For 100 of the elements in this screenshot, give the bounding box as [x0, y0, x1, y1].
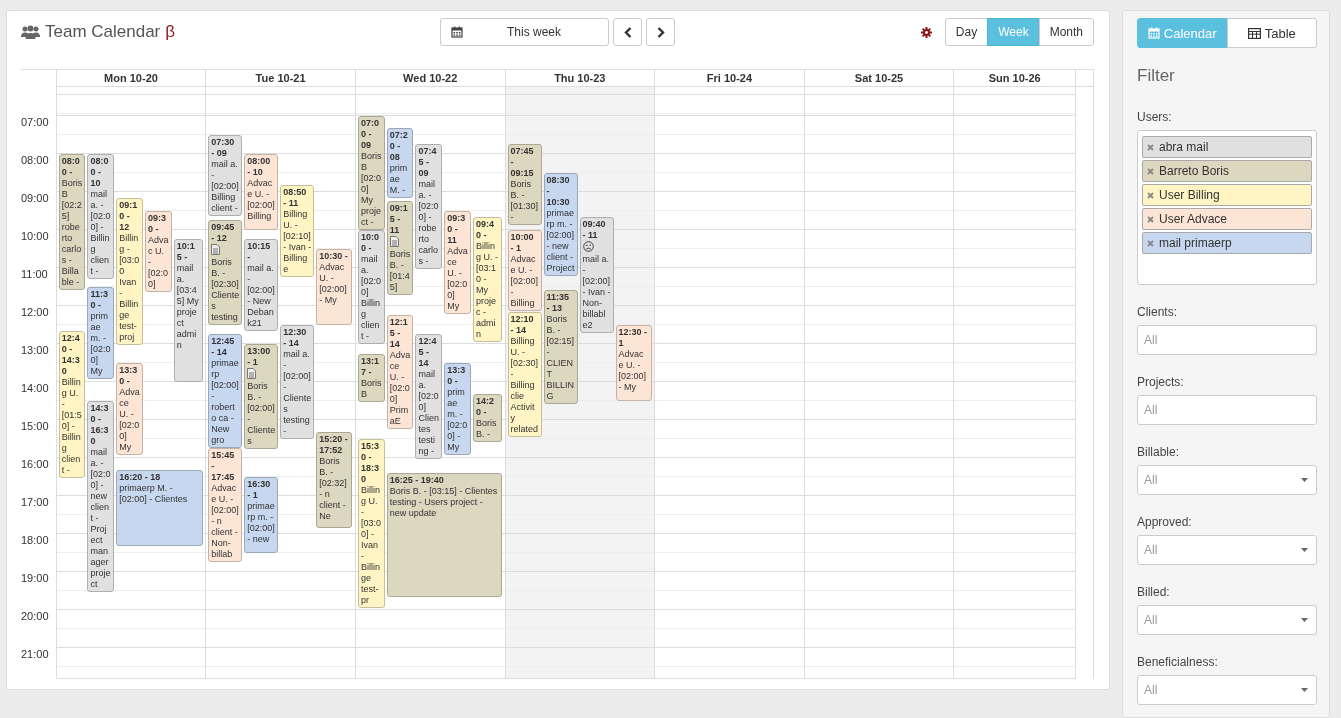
calendar-event[interactable]: 12:40 - 14:30 Billing U. - [01:50] - Billing client - [58, 330, 86, 478]
event-details: Advac U. - [02:00] [148, 234, 169, 289]
user-tag[interactable]: abra mail [1142, 136, 1312, 158]
calendar-event[interactable]: 14:30 - 16:30 mail a. - [02:00] - new client - Project manager project [87, 400, 115, 592]
calendar-event[interactable]: 13:00 - 1 Boris B. - [02:00] - Clientes [244, 343, 279, 449]
day-header: Tue 10-21 [255, 72, 306, 84]
remove-icon[interactable] [1147, 191, 1154, 199]
calendar-event[interactable]: 10:15 - mail a. - [02:00] - New Debank21 [244, 239, 279, 331]
user-tag[interactable]: mail primaerp [1142, 232, 1312, 254]
view-tab[interactable]: Table [1226, 18, 1317, 48]
user-tag[interactable]: User Advace [1142, 208, 1312, 230]
calendar-event[interactable]: 12:30 - 1 Advace U. - [02:00] - My [615, 324, 652, 401]
calendar-event[interactable]: 10:15 - mail a. [03:45] My project admin [173, 239, 203, 382]
calendar-event[interactable]: 08:00 - 10 mail a. - [02:00] - Billing client - [87, 153, 115, 279]
page-title: Team Calendar [45, 22, 161, 42]
day-header: Mon 10-20 [104, 72, 158, 84]
event-time: 15:45 - 17:45 [211, 450, 236, 483]
calendar-event[interactable]: 07:45 - 09:15 Boris B. - [01:30] - [507, 144, 542, 225]
field-label: Billed: [1137, 585, 1171, 599]
day-header: Fri 10-24 [706, 72, 753, 84]
calendar-event[interactable]: 16:25 - 19:40 Boris B. - [03:15] - Clientes testing - Users project - new update [386, 473, 502, 597]
event-time: 10:00 - 1 [510, 231, 535, 254]
calendar-event[interactable]: 07:00 - 09 Boris B [02:00] My project - [357, 115, 385, 230]
calendar-event[interactable]: 15:30 - 18:30 Billing U. - [03:00] - Ivan - Billinge test-pr [357, 438, 385, 608]
calendar-event[interactable]: 15:45 - 17:45 Advace U. - [02:00] - n client - Non-billab [208, 448, 243, 562]
calendar-icon [1147, 27, 1160, 39]
calendar-event[interactable]: 16:20 - 18 primaerp M. - [02:00] - Clientes [116, 470, 203, 547]
event-details: Boris B. - [476, 418, 497, 440]
calendar-event[interactable]: 09:30 - Advac U. - [02:00] [145, 210, 172, 292]
event-details: Boris B. - [02:30] Clientes testing [211, 257, 240, 322]
calendar-event[interactable]: 14:20 - Boris B. - [473, 394, 502, 443]
calendar-event[interactable]: 08:00 - Boris B [02:25] roberto carlos - Billable - [58, 153, 86, 290]
remove-icon[interactable] [1147, 239, 1154, 247]
calendar-event[interactable]: 12:45 - 14 primaerp [02:00] - roberto ca - New gro [208, 334, 243, 448]
users-icon [21, 25, 40, 39]
event-details: Advace U. - [02:00] My [447, 245, 468, 311]
calendar-event[interactable]: 15:20 - 17:52 Boris B. - [02:32] - n client - Ne [316, 432, 353, 529]
calendar-event[interactable]: 12:30 - 14 mail a. - [02:00] - Clientes testing - [280, 324, 315, 439]
calendar-event[interactable]: 13:30 - Advace U. - [02:00] My [116, 362, 144, 455]
calendar-event[interactable]: 16:30 - 1 primaerp m. - [02:00] - new [244, 476, 279, 553]
event-details: Billing U. - [01:50] - Billing client - [61, 376, 82, 475]
event-time: 07:45 - 09:15 [510, 146, 535, 179]
field-label: Beneficialness: [1137, 655, 1219, 669]
calendar-icon [451, 26, 463, 38]
calendar-event[interactable]: 11:30 - primae m. - [02:00] My [87, 286, 115, 379]
calendar-event[interactable]: 10:30 - Advac U. - [02:00] - My [316, 248, 353, 325]
event-details: Billing U. - [03:00] - Ivan - Billinge test-pr [360, 484, 381, 605]
event-time: 09:40 - [476, 218, 496, 241]
calendar-event[interactable]: 09:40 - 11 mail a. - [02:00] - Ivan - Non-billable2 [579, 216, 614, 333]
next-button[interactable] [646, 18, 675, 46]
calendar-event[interactable]: 09:45 - 12 Boris B. - [02:30] Clientes testing [208, 220, 243, 325]
calendar-event[interactable]: 12:45 - 14 mail a. [02:00] Clientes testing - [415, 334, 443, 459]
calendar-event[interactable]: 09:15 - 11 Boris B. - [01:45] [386, 201, 414, 295]
calendar-event[interactable]: 07:30 - 09 mail a. - [02:00] Billing client - [208, 134, 243, 216]
calendar-event[interactable]: 12:10 - 14 Billing U. - [02:30] - Billing clie Activity related [507, 311, 542, 437]
calendar-event[interactable]: 10:00 - mail a. [02:00] Billing client - [357, 229, 385, 344]
hour-label: 14:00 [21, 382, 49, 394]
event-details: primaerp [02:00] - roberto ca - New gro [211, 358, 239, 445]
event-details: mail a. - [02:00] - roberto carlos - [418, 179, 439, 266]
chevron-right-icon [656, 26, 665, 38]
event-details: Advace U. - [02:00] - n client - Non-billab [211, 483, 239, 559]
field-label: Approved: [1137, 515, 1193, 529]
remove-icon[interactable] [1147, 143, 1154, 151]
calendar-event[interactable]: 09:30 - 11 Advace U. - [02:00] My [444, 210, 472, 314]
event-details: mail a. - [02:00] - Ivan - Non-billable2 [582, 253, 611, 330]
view-tab[interactable]: Day [944, 18, 989, 46]
remove-icon[interactable] [1147, 215, 1154, 223]
view-tab[interactable]: Month [1038, 18, 1094, 46]
calendar-event[interactable]: 13:30 - primae m. - [02:00] - My [444, 362, 472, 455]
event-details: Boris B. - [02:00] - Clientes [247, 380, 276, 446]
user-tag[interactable]: Barreto Boris [1142, 160, 1312, 182]
calendar-event[interactable]: 08:00 - 10 Advace U. - [02:00] Billing [244, 153, 279, 230]
calendar-event[interactable]: 12:15 - 14 Advace U. - [02:00] PrimaE [386, 315, 414, 429]
event-details: Boris B [02:25] roberto carlos - Billable - [61, 177, 83, 287]
calendar-event[interactable]: 08:50 - 11 Billing U. - [02:10] - Ivan - Billinge [280, 185, 315, 278]
beta-label: β [165, 22, 176, 42]
event-time: 13:17 - [360, 356, 380, 379]
document-icon [247, 367, 257, 379]
hour-label: 17:00 [21, 496, 49, 508]
calendar-event[interactable]: 09:40 - Billing U. - [03:10 - My projec - admin [473, 216, 502, 342]
date-range-button[interactable]: This week [440, 18, 609, 46]
remove-icon[interactable] [1147, 167, 1154, 175]
hour-label: 12:00 [21, 306, 49, 318]
user-tag[interactable]: User Billing [1142, 184, 1312, 206]
event-time: 08:50 - 11 [283, 187, 308, 210]
previous-button[interactable] [613, 18, 642, 46]
calendar-event[interactable]: 13:17 - Boris B [357, 354, 385, 403]
calendar-event[interactable]: 08:30 - 10:30 primaerp m. - [02:00] - new client - Project [543, 172, 578, 276]
hour-label: 07:00 [21, 116, 49, 128]
calendar-event[interactable]: 10:00 - 1 Advace U. - [02:00] - Billing [507, 229, 542, 311]
day-header: Sun 10-26 [988, 72, 1041, 84]
calendar-event[interactable]: 09:10 - 12 Billing - [03:00 Ivan - Billinge test-proj [116, 197, 144, 345]
calendar-event[interactable]: 07:45 - 09 mail a. - [02:00] - roberto carlos - [415, 144, 443, 269]
settings-icon[interactable] [920, 26, 932, 38]
calendar-event[interactable]: 11:35 - 13 Boris B. - [02:15] - CLIENT BILLING [543, 289, 578, 404]
users-select[interactable]: abra mail Barreto Boris User Billing User Advace mail primaerp [1137, 130, 1317, 285]
event-details: primae M. - [389, 163, 408, 196]
sad-face-icon [582, 240, 594, 252]
hour-label: 10:00 [21, 230, 49, 242]
calendar-event[interactable]: 07:20 - 08 primae M. - [386, 128, 414, 199]
